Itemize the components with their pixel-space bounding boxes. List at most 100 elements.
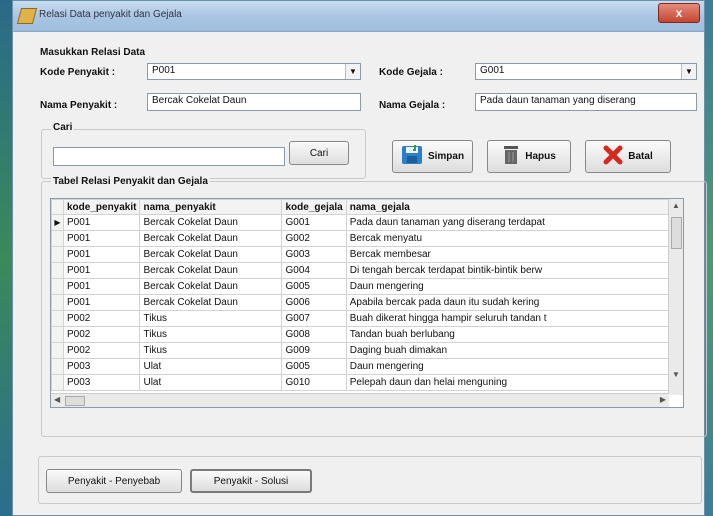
- search-button[interactable]: Cari: [289, 141, 349, 165]
- table-cell[interactable]: G002: [281, 230, 347, 247]
- column-header[interactable]: nama_gejala: [345, 199, 683, 215]
- table-cell[interactable]: P001: [62, 230, 141, 247]
- table-row[interactable]: P003 Ulat G005 Daun mengering: [51, 358, 683, 375]
- table-cell[interactable]: Bercak Cokelat Daun: [139, 214, 283, 231]
- table-cell[interactable]: P002: [62, 342, 141, 359]
- table-row[interactable]: P003 Ulat G010 Pelepah daun dan helai mengu…: [51, 374, 683, 391]
- row-header[interactable]: [51, 342, 64, 359]
- scroll-down-icon[interactable]: ▼: [672, 370, 680, 379]
- table-cell[interactable]: G007: [281, 310, 347, 327]
- table-row[interactable]: P002 Tikus G009 Daging buah dimakan: [51, 342, 683, 359]
- table-cell[interactable]: Bercak menyatu: [345, 230, 683, 247]
- cancel-button[interactable]: Batal: [585, 140, 671, 173]
- nama-penyakit-label: Nama Penyakit :: [40, 100, 118, 111]
- table-cell[interactable]: Ulat: [139, 358, 283, 375]
- column-header[interactable]: kode_penyakit: [62, 199, 141, 215]
- scroll-up-icon[interactable]: ▲: [672, 201, 680, 210]
- table-cell[interactable]: Tandan buah berlubang: [345, 326, 683, 343]
- table-cell[interactable]: P003: [62, 374, 141, 391]
- table-cell[interactable]: G008: [281, 326, 347, 343]
- row-header[interactable]: [51, 326, 64, 343]
- table-row[interactable]: P001 Bercak Cokelat Daun G003 Bercak membes…: [51, 246, 683, 263]
- table-cell[interactable]: Daun mengering: [345, 358, 683, 375]
- table-cell[interactable]: Pada daun tanaman yang diserang terdapat: [345, 214, 683, 231]
- row-header[interactable]: [51, 230, 64, 247]
- table-cell[interactable]: Daging buah dimakan: [345, 342, 683, 359]
- table-row[interactable]: P002 Tikus G007 Buah dikerat hingga hampir …: [51, 310, 683, 327]
- table-cell[interactable]: P001: [62, 214, 141, 231]
- table-row[interactable]: P001 Bercak Cokelat Daun G006 Apabila berca…: [51, 294, 683, 311]
- table-cell[interactable]: Bercak Cokelat Daun: [139, 294, 283, 311]
- table-cell[interactable]: G006: [281, 294, 347, 311]
- vertical-scrollbar[interactable]: ▲ ▼: [668, 199, 683, 395]
- kode-gejala-dropdown[interactable]: G001 ▼: [475, 63, 697, 80]
- column-header[interactable]: kode_gejala: [281, 199, 347, 215]
- kode-penyakit-dropdown[interactable]: P001 ▼: [147, 63, 361, 80]
- table-row[interactable]: P001 Bercak Cokelat Daun G002 Bercak menyat…: [51, 230, 683, 247]
- scroll-left-icon[interactable]: ◀: [54, 395, 60, 404]
- horizontal-scrollbar[interactable]: ◀ ▶: [51, 393, 669, 407]
- table-cell[interactable]: Bercak Cokelat Daun: [139, 230, 283, 247]
- table-cell[interactable]: G005: [281, 358, 347, 375]
- table-cell[interactable]: Bercak Cokelat Daun: [139, 278, 283, 295]
- table-cell[interactable]: Tikus: [139, 326, 283, 343]
- horizontal-scroll-thumb[interactable]: [65, 396, 85, 406]
- title-bar[interactable]: Relasi Data penyakit dan Gejala x: [13, 1, 704, 32]
- table-cell[interactable]: P002: [62, 310, 141, 327]
- table-cell[interactable]: Bercak Cokelat Daun: [139, 246, 283, 263]
- table-cell[interactable]: Bercak membesar: [345, 246, 683, 263]
- table-cell[interactable]: P003: [62, 358, 141, 375]
- table-cell[interactable]: P001: [62, 246, 141, 263]
- table-cell[interactable]: Apabila bercak pada daun itu sudah kerin…: [345, 294, 683, 311]
- chevron-down-icon[interactable]: ▼: [345, 64, 360, 79]
- table-cell[interactable]: P001: [62, 262, 141, 279]
- relasi-data-grid[interactable]: kode_penyakit nama_penyakit kode_gejala …: [50, 198, 684, 408]
- column-header[interactable]: nama_penyakit: [139, 199, 283, 215]
- scroll-right-icon[interactable]: ▶: [660, 395, 666, 404]
- row-header[interactable]: [51, 374, 64, 391]
- table-cell[interactable]: G001: [281, 214, 347, 231]
- row-header[interactable]: [51, 278, 64, 295]
- table-row[interactable]: P002 Tikus G008 Tandan buah berlubang: [51, 326, 683, 343]
- table-row[interactable]: ▶ P001 Bercak Cokelat Daun G001 Pada daun ta…: [51, 214, 683, 231]
- delete-button[interactable]: Hapus: [487, 140, 571, 173]
- table-cell[interactable]: Buah dikerat hingga hampir seluruh tanda…: [345, 310, 683, 327]
- row-header[interactable]: [51, 246, 64, 263]
- vertical-scroll-thumb[interactable]: [671, 217, 682, 249]
- table-cell[interactable]: Bercak Cokelat Daun: [139, 262, 283, 279]
- table-cell[interactable]: G005: [281, 278, 347, 295]
- table-row[interactable]: P001 Bercak Cokelat Daun G004 Di tengah ber…: [51, 262, 683, 279]
- search-input[interactable]: [53, 147, 285, 166]
- penyakit-solusi-button[interactable]: Penyakit - Solusi: [190, 469, 312, 493]
- trash-icon: [502, 145, 520, 168]
- close-button[interactable]: x: [658, 3, 700, 23]
- table-cell[interactable]: Tikus: [139, 310, 283, 327]
- table-row[interactable]: P001 Bercak Cokelat Daun G005 Daun mengerin…: [51, 278, 683, 295]
- table-cell[interactable]: G004: [281, 262, 347, 279]
- row-header[interactable]: [51, 262, 64, 279]
- save-button[interactable]: Simpan: [392, 140, 473, 173]
- row-header[interactable]: [51, 294, 64, 311]
- nama-penyakit-field[interactable]: Bercak Cokelat Daun: [147, 93, 361, 111]
- table-cell[interactable]: P001: [62, 278, 141, 295]
- table-group-label: Tabel Relasi Penyakit dan Gejala: [51, 176, 210, 187]
- table-cell[interactable]: G009: [281, 342, 347, 359]
- row-header[interactable]: [51, 358, 64, 375]
- row-header[interactable]: [51, 310, 64, 327]
- table-cell[interactable]: Daun mengering: [345, 278, 683, 295]
- search-group-label: Cari: [51, 122, 75, 133]
- table-cell[interactable]: G010: [281, 374, 347, 391]
- table-cell[interactable]: Ulat: [139, 374, 283, 391]
- penyakit-penyebab-button[interactable]: Penyakit - Penyebab: [46, 469, 182, 493]
- app-icon: [16, 8, 38, 24]
- nama-gejala-field[interactable]: Pada daun tanaman yang diserang: [475, 93, 697, 111]
- table-cell[interactable]: P001: [62, 294, 141, 311]
- chevron-down-icon[interactable]: ▼: [681, 64, 696, 79]
- table-cell[interactable]: G003: [281, 246, 347, 263]
- data-table: kode_penyakit nama_penyakit kode_gejala …: [51, 199, 683, 391]
- table-cell[interactable]: P002: [62, 326, 141, 343]
- table-cell[interactable]: Pelepah daun dan helai menguning: [345, 374, 683, 391]
- table-cell[interactable]: Tikus: [139, 342, 283, 359]
- table-cell[interactable]: Di tengah bercak terdapat bintik-bintik …: [345, 262, 683, 279]
- current-row-indicator-icon[interactable]: ▶: [51, 214, 64, 231]
